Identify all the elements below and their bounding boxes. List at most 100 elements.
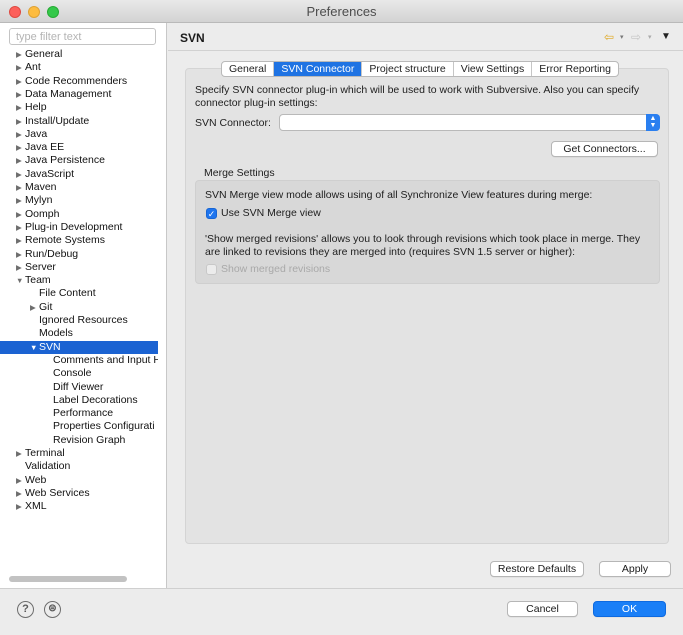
tree-item-svn[interactable]: ▼ SVN (0, 340, 158, 354)
collapsed-twisty-icon[interactable]: ▶ (16, 500, 24, 513)
tree-item-web-services[interactable]: ▶ Web Services (0, 487, 158, 500)
collapsed-twisty-icon[interactable]: ▶ (16, 447, 24, 460)
collapsed-twisty-icon[interactable]: ▶ (16, 234, 24, 247)
cancel-button[interactable]: Cancel (507, 601, 578, 617)
checkmark-icon: ✓ (207, 209, 216, 219)
show-merged-revisions-checkbox[interactable] (206, 264, 217, 275)
tree-item-ignored-resources[interactable]: Ignored Resources (0, 314, 158, 327)
tree-item-label: Maven (25, 181, 57, 193)
collapsed-twisty-icon[interactable]: ▶ (16, 48, 24, 61)
collapsed-twisty-icon[interactable]: ▶ (16, 154, 24, 167)
tree-item-remote-systems[interactable]: ▶ Remote Systems (0, 234, 158, 247)
collapsed-twisty-icon[interactable]: ▶ (16, 487, 24, 500)
tree-item-terminal[interactable]: ▶ Terminal (0, 447, 158, 460)
footer-divider (0, 588, 683, 589)
tab-view-settings[interactable]: View Settings (454, 62, 533, 76)
tree-item-java-ee[interactable]: ▶ Java EE (0, 141, 158, 154)
tab-content-frame (185, 68, 669, 544)
tree-item-mylyn[interactable]: ▶ Mylyn (0, 194, 158, 207)
forward-arrow-icon[interactable]: ⇨ (631, 30, 641, 44)
tree-item-oomph[interactable]: ▶ Oomph (0, 208, 158, 221)
collapsed-twisty-icon[interactable]: ▶ (30, 301, 38, 314)
tab-project-structure[interactable]: Project structure (362, 62, 454, 76)
collapsed-twisty-icon[interactable]: ▶ (16, 474, 24, 487)
collapsed-twisty-icon[interactable]: ▶ (16, 115, 24, 128)
import-export-icon[interactable]: ⊜ (44, 601, 61, 618)
collapsed-twisty-icon[interactable]: ▶ (16, 208, 24, 221)
connector-select[interactable]: ▲ ▼ (279, 114, 660, 131)
tree-item-web[interactable]: ▶ Web (0, 474, 158, 487)
preference-tree: ▶ General ▶ Ant ▶ Code Recommenders ▶ Data Mana… (0, 48, 158, 573)
tree-item-ant[interactable]: ▶ Ant (0, 61, 158, 74)
tree-item-comments-and-input-h[interactable]: Comments and Input H (0, 354, 158, 367)
back-arrow-icon[interactable]: ⇦ (604, 30, 614, 44)
tree-item-console[interactable]: Console (0, 367, 158, 380)
tree-horizontal-scrollbar[interactable] (9, 576, 127, 582)
tree-item-properties-configurati[interactable]: Properties Configurati (0, 420, 158, 433)
tree-item-server[interactable]: ▶ Server (0, 261, 158, 274)
expanded-twisty-icon[interactable]: ▼ (16, 274, 24, 287)
ok-button[interactable]: OK (593, 601, 666, 617)
forward-dropdown-icon[interactable]: ▾ (648, 33, 652, 41)
collapsed-twisty-icon[interactable]: ▶ (16, 101, 24, 114)
collapsed-twisty-icon[interactable]: ▶ (16, 168, 24, 181)
tree-item-xml[interactable]: ▶ XML (0, 500, 158, 513)
back-dropdown-icon[interactable]: ▾ (620, 33, 624, 41)
tree-item-performance[interactable]: Performance (0, 407, 158, 420)
tree-item-help[interactable]: ▶ Help (0, 101, 158, 114)
view-menu-icon[interactable]: ▼ (661, 31, 671, 42)
collapsed-twisty-icon[interactable]: ▶ (16, 88, 24, 101)
tree-item-label: Remote Systems (25, 234, 105, 247)
tree-item-maven[interactable]: ▶ Maven (0, 181, 158, 194)
tree-item-java-persistence[interactable]: ▶ Java Persistence (0, 154, 158, 167)
use-merge-view-checkbox[interactable]: ✓ (206, 208, 217, 219)
tree-item-install-update[interactable]: ▶ Install/Update (0, 115, 158, 128)
expanded-twisty-icon[interactable]: ▼ (30, 341, 38, 354)
tree-item-label: Revision Graph (53, 433, 126, 446)
tree-item-label: Ignored Resources (39, 314, 128, 326)
tree-item-label: Diff Viewer (53, 380, 104, 393)
header-divider (168, 50, 683, 51)
tree-item-git[interactable]: ▶ Git (0, 301, 158, 314)
collapsed-twisty-icon[interactable]: ▶ (16, 221, 24, 234)
tree-item-code-recommenders[interactable]: ▶ Code Recommenders (0, 75, 158, 88)
get-connectors-button[interactable]: Get Connectors... (551, 141, 658, 157)
tab-general[interactable]: General (222, 62, 275, 76)
tree-item-general[interactable]: ▶ General (0, 48, 158, 61)
collapsed-twisty-icon[interactable]: ▶ (16, 248, 24, 261)
filter-input[interactable] (9, 28, 156, 45)
tree-item-label: XML (25, 500, 47, 513)
tree-item-label: File Content (39, 287, 96, 300)
tree-item-revision-graph[interactable]: Revision Graph (0, 434, 158, 447)
tree-item-label: Plug-in Development (25, 220, 123, 233)
tab-svn-connector[interactable]: SVN Connector (274, 62, 363, 76)
tree-item-team[interactable]: ▼ Team (0, 274, 158, 287)
collapsed-twisty-icon[interactable]: ▶ (16, 181, 24, 194)
tree-item-validation[interactable]: Validation (0, 460, 158, 473)
tree-item-label: Console (53, 367, 92, 380)
restore-defaults-button[interactable]: Restore Defaults (490, 561, 584, 577)
collapsed-twisty-icon[interactable]: ▶ (16, 194, 24, 207)
tree-item-label: Help (25, 101, 47, 114)
collapsed-twisty-icon[interactable]: ▶ (16, 75, 24, 88)
collapsed-twisty-icon[interactable]: ▶ (16, 141, 24, 154)
use-merge-view-label[interactable]: Use SVN Merge view (221, 207, 321, 220)
tree-item-javascript[interactable]: ▶ JavaScript (0, 168, 158, 181)
tree-item-java[interactable]: ▶ Java (0, 128, 158, 141)
tab-bar: General SVN Connector Project structure … (221, 61, 619, 77)
tree-item-label: Code Recommenders (25, 74, 128, 87)
tree-item-plug-in-development[interactable]: ▶ Plug-in Development (0, 221, 158, 234)
tree-item-diff-viewer[interactable]: Diff Viewer (0, 381, 158, 394)
collapsed-twisty-icon[interactable]: ▶ (16, 61, 24, 74)
collapsed-twisty-icon[interactable]: ▶ (16, 261, 24, 274)
collapsed-twisty-icon[interactable]: ▶ (16, 128, 24, 141)
tree-item-data-management[interactable]: ▶ Data Management (0, 88, 158, 101)
apply-button[interactable]: Apply (599, 561, 671, 577)
tree-item-label-decorations[interactable]: Label Decorations (0, 394, 158, 407)
tree-item-models[interactable]: Models (0, 327, 158, 340)
tree-item-file-content[interactable]: File Content (0, 287, 158, 300)
show-merged-revisions-label[interactable]: Show merged revisions (221, 263, 330, 276)
tree-item-run-debug[interactable]: ▶ Run/Debug (0, 248, 158, 261)
tab-error-reporting[interactable]: Error Reporting (532, 62, 618, 76)
help-icon[interactable]: ? (17, 601, 34, 618)
